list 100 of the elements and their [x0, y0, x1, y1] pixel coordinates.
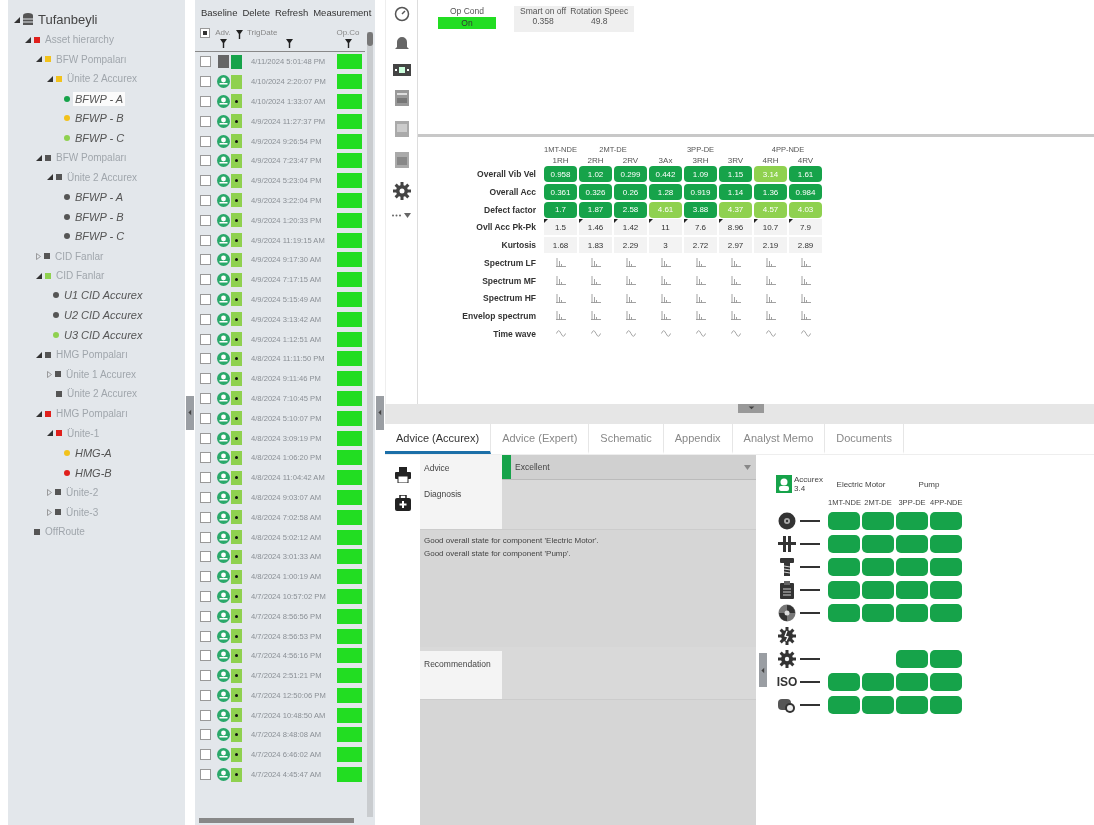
expand-arrow-icon[interactable] — [47, 488, 52, 496]
row-checkbox[interactable] — [200, 432, 211, 444]
tree-item[interactable]: HMG-B — [73, 465, 114, 480]
tree-item[interactable]: Ünite 2 Accurex — [65, 170, 140, 184]
collapse-arrow-icon[interactable] — [36, 272, 42, 279]
row-checkbox[interactable] — [200, 551, 211, 563]
collapse-arrow-icon[interactable] — [36, 410, 42, 417]
spectrum-icon[interactable] — [765, 258, 776, 268]
row-checkbox[interactable] — [200, 531, 211, 543]
spectrum-icon[interactable] — [590, 311, 601, 321]
tree-item[interactable]: CID Fanlar — [54, 269, 107, 283]
row-checkbox[interactable] — [200, 491, 211, 503]
scrollbar[interactable] — [367, 32, 373, 817]
collapse-arrow-icon[interactable] — [47, 75, 53, 82]
collapse-arrow-icon[interactable] — [36, 56, 42, 63]
row-checkbox[interactable] — [200, 56, 211, 68]
row-checkbox[interactable] — [200, 96, 211, 107]
tree-item[interactable]: BFW Pompaları — [54, 52, 129, 66]
value-badge[interactable]: 0.958 — [544, 166, 577, 183]
row-checkbox[interactable] — [200, 175, 211, 187]
row-checkbox[interactable] — [200, 749, 211, 761]
toolbar-button[interactable]: Delete — [242, 7, 270, 22]
spectrum-icon[interactable] — [625, 276, 636, 285]
tree-item[interactable]: Ünite-2 — [64, 485, 101, 499]
row-checkbox[interactable] — [200, 511, 211, 523]
row-checkbox[interactable] — [200, 452, 211, 464]
spectrum-icon[interactable] — [590, 293, 601, 303]
tree-item[interactable]: BFWP - A — [73, 190, 126, 205]
select-all-checkbox[interactable] — [200, 28, 210, 38]
spectrum-icon[interactable] — [555, 276, 566, 285]
collapse-arrow-icon[interactable] — [25, 36, 31, 43]
toolbar-button[interactable]: Baseline — [201, 7, 238, 22]
row-checkbox[interactable] — [200, 689, 211, 701]
row-checkbox[interactable] — [200, 590, 211, 602]
waveform-icon[interactable] — [625, 329, 636, 339]
row-checkbox[interactable] — [200, 115, 211, 127]
printer-icon[interactable] — [394, 467, 411, 483]
filter-icon[interactable] — [344, 39, 352, 48]
spectrum-icon[interactable] — [590, 276, 601, 285]
row-checkbox[interactable] — [200, 630, 211, 642]
row-checkbox[interactable] — [200, 373, 211, 385]
value-badge[interactable]: 1.7 — [544, 201, 577, 218]
value-badge[interactable]: 4.03 — [789, 201, 822, 218]
spectrum-icon[interactable] — [625, 311, 636, 321]
row-checkbox[interactable] — [200, 650, 211, 662]
column-header[interactable]: Op.Co — [336, 28, 360, 37]
spectrum-icon[interactable] — [730, 311, 741, 321]
tree-item[interactable]: BFWP - A — [73, 91, 126, 106]
tree-item[interactable]: Ünite-1 — [65, 426, 102, 440]
tree-item[interactable]: OffRoute — [43, 525, 87, 539]
spectrum-icon[interactable] — [800, 276, 811, 285]
report-icon[interactable] — [393, 151, 410, 169]
tree-item[interactable]: HMG Pompaları — [54, 348, 130, 362]
spectrum-icon[interactable] — [730, 276, 741, 285]
value-badge[interactable]: 0.299 — [614, 166, 647, 183]
spectrum-icon[interactable] — [555, 311, 566, 321]
spectrum-icon[interactable] — [555, 293, 566, 303]
row-checkbox[interactable] — [200, 254, 211, 266]
waveform-icon[interactable] — [660, 329, 671, 339]
expand-arrow-icon[interactable] — [36, 252, 41, 260]
tab[interactable]: Analyst Memo — [732, 424, 826, 454]
waveform-icon[interactable] — [555, 329, 566, 339]
row-checkbox[interactable] — [200, 293, 211, 305]
gauge-icon[interactable] — [393, 6, 410, 22]
value-badge[interactable]: 2.58 — [614, 201, 647, 218]
spectrum-icon[interactable] — [730, 293, 741, 303]
expand-arrow-icon[interactable] — [47, 370, 52, 378]
row-checkbox[interactable] — [200, 76, 211, 88]
value-badge[interactable]: 1.36 — [754, 184, 787, 201]
row-checkbox[interactable] — [200, 135, 211, 147]
value-badge[interactable]: 3.14 — [754, 166, 787, 183]
bell-icon[interactable] — [394, 35, 409, 51]
spectrum-icon[interactable] — [765, 293, 776, 303]
film-icon[interactable] — [392, 64, 411, 76]
collapse-handle[interactable] — [376, 395, 384, 430]
row-checkbox[interactable] — [200, 274, 211, 286]
collapse-arrow-icon[interactable] — [14, 16, 20, 23]
row-checkbox[interactable] — [200, 234, 211, 246]
row-checkbox[interactable] — [200, 769, 211, 781]
spectrum-icon[interactable] — [625, 293, 636, 303]
row-checkbox[interactable] — [200, 472, 211, 484]
tree-item[interactable]: Ünite 2 Accurex — [65, 72, 140, 86]
row-checkbox[interactable] — [200, 392, 211, 404]
spectrum-icon[interactable] — [695, 258, 706, 268]
value-badge[interactable]: 4.37 — [719, 201, 752, 218]
caret-icon[interactable] — [747, 405, 755, 412]
value-badge[interactable]: 0.442 — [649, 166, 682, 183]
collapse-handle[interactable] — [759, 653, 767, 687]
spectrum-icon[interactable] — [800, 311, 811, 321]
spectrum-icon[interactable] — [625, 258, 636, 268]
row-checkbox[interactable] — [200, 571, 211, 583]
tab[interactable]: Appendix — [663, 424, 733, 454]
medical-kit-icon[interactable] — [394, 495, 411, 511]
spectrum-icon[interactable] — [730, 258, 741, 268]
tree-item[interactable]: BFWP - C — [73, 130, 127, 145]
tab[interactable]: Schematic — [589, 424, 664, 454]
value-badge[interactable]: 1.28 — [649, 184, 682, 201]
spectrum-icon[interactable] — [765, 276, 776, 285]
waveform-icon[interactable] — [695, 329, 706, 339]
spectrum-icon[interactable] — [660, 311, 671, 321]
